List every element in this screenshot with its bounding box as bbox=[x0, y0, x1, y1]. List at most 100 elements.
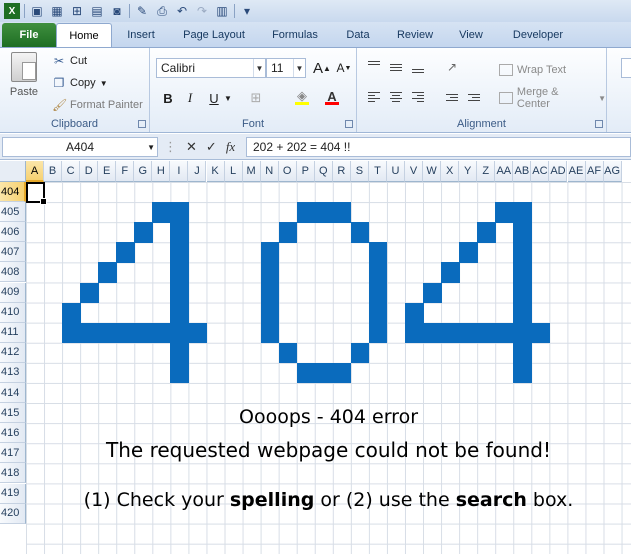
column-header[interactable]: C bbox=[62, 161, 81, 182]
font-color-button[interactable]: A bbox=[322, 86, 342, 106]
row-header[interactable]: 405 bbox=[0, 202, 26, 223]
chevron-down-icon[interactable]: ▼ bbox=[224, 94, 232, 103]
column-header[interactable]: AC bbox=[531, 161, 550, 182]
row-header[interactable]: 404 bbox=[0, 182, 26, 203]
column-header[interactable]: V bbox=[405, 161, 424, 182]
align-right-icon[interactable] bbox=[409, 88, 427, 106]
decrease-indent-icon[interactable] bbox=[443, 88, 461, 106]
align-middle-icon[interactable] bbox=[387, 58, 405, 76]
borders-button[interactable]: ⊞ bbox=[246, 88, 266, 108]
column-header[interactable]: AG bbox=[603, 161, 622, 182]
row-header[interactable]: 407 bbox=[0, 242, 26, 263]
column-header[interactable]: L bbox=[224, 161, 243, 182]
row-header[interactable]: 406 bbox=[0, 222, 26, 243]
increase-indent-icon[interactable] bbox=[465, 88, 483, 106]
column-header[interactable]: Z bbox=[477, 161, 496, 182]
bold-button[interactable]: B bbox=[158, 88, 178, 108]
row-header[interactable]: 418 bbox=[0, 463, 26, 484]
row-header[interactable]: 417 bbox=[0, 443, 26, 464]
column-header[interactable]: Y bbox=[459, 161, 478, 182]
font-name-combo[interactable]: Calibri ▼ bbox=[156, 58, 266, 78]
orientation-icon[interactable]: ↗ bbox=[443, 58, 461, 76]
column-header[interactable]: AF bbox=[585, 161, 604, 182]
wrap-text-button[interactable]: Wrap Text bbox=[499, 60, 566, 80]
column-header[interactable]: O bbox=[278, 161, 297, 182]
tab-insert[interactable]: Insert bbox=[112, 23, 170, 47]
number-format-combo[interactable] bbox=[621, 58, 631, 78]
chevron-down-icon[interactable]: ▼ bbox=[253, 59, 265, 77]
edit-icon[interactable]: ✎ bbox=[134, 3, 150, 19]
column-header[interactable]: K bbox=[206, 161, 225, 182]
column-header[interactable]: W bbox=[423, 161, 442, 182]
enter-icon[interactable]: ✓ bbox=[206, 139, 217, 155]
undo-icon[interactable]: ↶ bbox=[174, 3, 190, 19]
column-header[interactable]: A bbox=[26, 161, 45, 182]
camera-icon[interactable]: ◙ bbox=[109, 3, 125, 19]
column-header[interactable]: U bbox=[387, 161, 406, 182]
column-header[interactable]: N bbox=[260, 161, 279, 182]
excel-icon[interactable]: X bbox=[4, 3, 20, 19]
column-header[interactable]: AB bbox=[513, 161, 532, 182]
row-header[interactable]: 411 bbox=[0, 322, 26, 343]
paste-button[interactable]: Paste bbox=[6, 52, 42, 110]
tab-developer[interactable]: Developer bbox=[496, 23, 580, 47]
align-bottom-icon[interactable] bbox=[409, 58, 427, 76]
shrink-font-button[interactable]: A ▼ bbox=[334, 58, 354, 78]
column-header[interactable]: P bbox=[296, 161, 315, 182]
print-icon[interactable]: ⎙ bbox=[154, 3, 170, 19]
column-header[interactable]: D bbox=[80, 161, 99, 182]
select-all-corner[interactable] bbox=[0, 161, 26, 182]
tab-file[interactable]: File bbox=[2, 23, 56, 47]
column-header[interactable]: AE bbox=[567, 161, 586, 182]
row-header[interactable]: 420 bbox=[0, 503, 26, 524]
font-size-combo[interactable]: 11 ▼ bbox=[266, 58, 306, 78]
grid-icon[interactable]: ▤ bbox=[89, 3, 105, 19]
row-header[interactable]: 408 bbox=[0, 262, 26, 283]
chevron-down-icon[interactable]: ▼ bbox=[598, 94, 606, 103]
row-header[interactable]: 412 bbox=[0, 342, 26, 363]
align-left-icon[interactable] bbox=[365, 88, 383, 106]
row-header[interactable]: 415 bbox=[0, 403, 26, 424]
tab-page-layout[interactable]: Page Layout bbox=[170, 23, 258, 47]
customize-icon[interactable]: ▾ bbox=[239, 3, 255, 19]
chevron-down-icon[interactable]: ▼ bbox=[147, 143, 155, 152]
row-header[interactable]: 419 bbox=[0, 483, 26, 504]
column-header[interactable]: AA bbox=[495, 161, 514, 182]
italic-button[interactable]: I bbox=[180, 88, 200, 108]
column-header[interactable]: H bbox=[152, 161, 171, 182]
tab-data[interactable]: Data bbox=[332, 23, 384, 47]
active-cell[interactable] bbox=[26, 182, 47, 205]
tab-formulas[interactable]: Formulas bbox=[258, 23, 332, 47]
row-header[interactable]: 410 bbox=[0, 302, 26, 323]
column-header[interactable]: T bbox=[368, 161, 387, 182]
tab-home[interactable]: Home bbox=[56, 23, 112, 47]
column-header[interactable]: M bbox=[242, 161, 261, 182]
insert-function-button[interactable]: fx bbox=[226, 139, 235, 155]
row-header[interactable]: 413 bbox=[0, 362, 26, 383]
column-header[interactable]: B bbox=[44, 161, 63, 182]
redo-icon[interactable]: ↷ bbox=[194, 3, 210, 19]
column-header[interactable]: X bbox=[441, 161, 460, 182]
formula-input[interactable]: 202 + 202 = 404 !! bbox=[246, 137, 631, 157]
tab-review[interactable]: Review bbox=[384, 23, 446, 47]
name-box[interactable]: A404 ▼ bbox=[2, 137, 158, 157]
dialog-launcher-icon[interactable] bbox=[345, 120, 353, 128]
column-header[interactable]: I bbox=[170, 161, 189, 182]
table-icon[interactable]: ⊞ bbox=[69, 3, 85, 19]
column-header[interactable]: E bbox=[98, 161, 117, 182]
chevron-down-icon[interactable]: ▼ bbox=[293, 59, 305, 77]
copy-button[interactable]: ❐ Copy ▼ bbox=[52, 74, 108, 92]
column-header[interactable]: R bbox=[332, 161, 351, 182]
grow-font-button[interactable]: A ▲ bbox=[312, 58, 332, 78]
calculator-icon[interactable]: ▦ bbox=[49, 3, 65, 19]
align-center-icon[interactable] bbox=[387, 88, 405, 106]
cancel-icon[interactable]: ✕ bbox=[186, 139, 197, 155]
format-painter-button[interactable]: 🖌 Format Painter bbox=[52, 96, 143, 114]
column-header[interactable]: S bbox=[350, 161, 369, 182]
merge-center-button[interactable]: Merge & Center ▼ bbox=[499, 86, 606, 110]
align-top-icon[interactable] bbox=[365, 58, 383, 76]
dialog-launcher-icon[interactable] bbox=[595, 120, 603, 128]
column-header[interactable]: F bbox=[116, 161, 135, 182]
tab-view[interactable]: View bbox=[446, 23, 496, 47]
row-header[interactable]: 414 bbox=[0, 383, 26, 404]
